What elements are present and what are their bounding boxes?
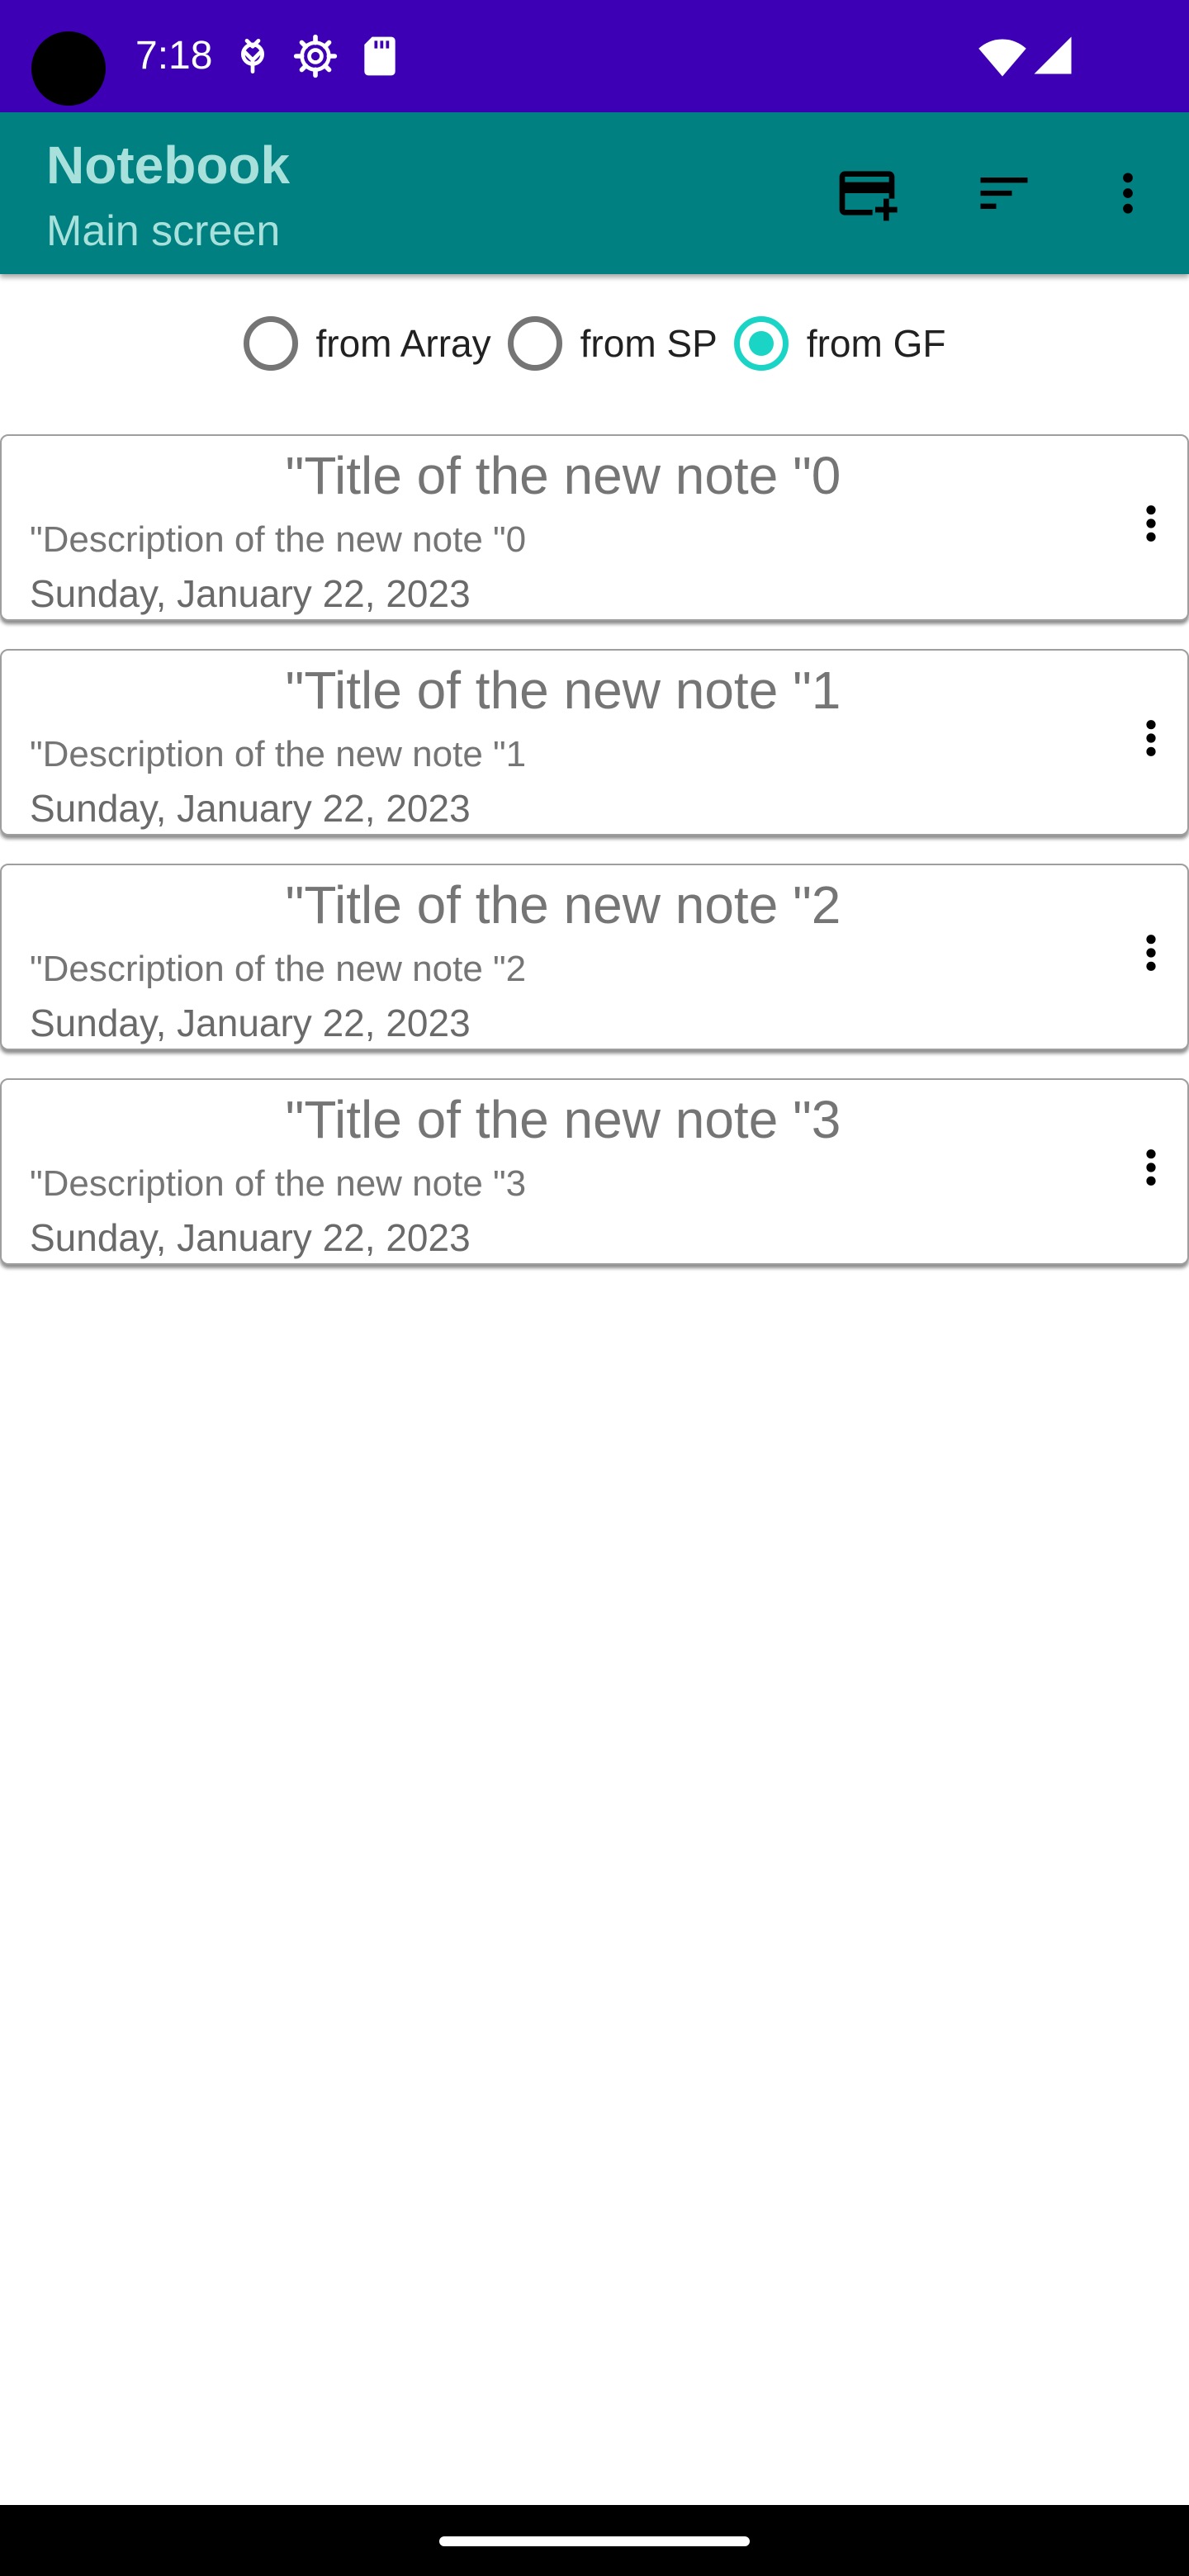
- note-title: "Title of the new note "3: [285, 1090, 841, 1149]
- radio-from-array[interactable]: from Array: [243, 316, 491, 371]
- source-radio-group: from Array from SP from GF: [0, 305, 1189, 381]
- note-title: "Title of the new note "1: [285, 661, 841, 720]
- wifi-icon: [978, 33, 1027, 83]
- add-note-button[interactable]: [826, 152, 908, 234]
- note-menu-button[interactable]: [1121, 484, 1181, 566]
- sd-card-icon: [357, 33, 403, 79]
- camera-cutout: [31, 31, 106, 106]
- note-date: Sunday, January 22, 2023: [30, 572, 471, 615]
- note-card[interactable]: "Title of the new note "2 "Description o…: [0, 864, 1189, 1050]
- android-debug-icon: [230, 33, 276, 79]
- notes-list: "Title of the new note "0 "Description o…: [0, 434, 1189, 1293]
- navigation-bar: [0, 2505, 1189, 2576]
- note-description: "Description of the new note "0: [30, 519, 527, 560]
- note-date: Sunday, January 22, 2023: [30, 1216, 471, 1259]
- note-menu-button[interactable]: [1121, 698, 1181, 781]
- note-card[interactable]: "Title of the new note "3 "Description o…: [0, 1078, 1189, 1265]
- note-date: Sunday, January 22, 2023: [30, 1002, 471, 1044]
- note-description: "Description of the new note "1: [30, 734, 527, 774]
- note-card[interactable]: "Title of the new note "0 "Description o…: [0, 434, 1189, 621]
- radio-from-gf[interactable]: from GF: [733, 316, 946, 371]
- radio-from-sp[interactable]: from SP: [507, 316, 718, 371]
- more-vert-icon: [1128, 1136, 1174, 1203]
- note-description: "Description of the new note "3: [30, 1163, 527, 1204]
- radio-label: from Array: [315, 322, 491, 365]
- more-vert-icon: [1128, 707, 1174, 774]
- add-note-icon: [834, 160, 900, 226]
- sort-icon: [973, 162, 1035, 225]
- more-vert-icon: [1101, 162, 1154, 225]
- note-title: "Title of the new note "0: [285, 446, 841, 505]
- more-vert-icon: [1128, 921, 1174, 988]
- more-options-button[interactable]: [1087, 152, 1169, 234]
- note-description: "Description of the new note "2: [30, 949, 527, 989]
- radio-button-unchecked[interactable]: [507, 316, 562, 371]
- app-title: Notebook: [46, 135, 291, 195]
- radio-label: from GF: [806, 322, 946, 365]
- radio-button-checked[interactable]: [733, 316, 789, 371]
- status-time: 7:18: [135, 34, 213, 78]
- radio-label: from SP: [580, 322, 718, 365]
- app-subtitle: Main screen: [46, 207, 281, 255]
- radio-button-unchecked[interactable]: [243, 316, 298, 371]
- note-card[interactable]: "Title of the new note "1 "Description o…: [0, 649, 1189, 836]
- notebook-main-screen: 7:18 Notebook Main screen from Array fro…: [0, 0, 1189, 2576]
- note-menu-button[interactable]: [1121, 1128, 1181, 1210]
- note-title: "Title of the new note "2: [285, 875, 841, 935]
- settings-gear-icon: [292, 33, 339, 79]
- status-bar: 7:18: [0, 0, 1189, 112]
- home-gesture-handle[interactable]: [439, 2536, 750, 2546]
- more-vert-icon: [1128, 492, 1174, 559]
- app-bar: Notebook Main screen: [0, 112, 1189, 274]
- note-menu-button[interactable]: [1121, 913, 1181, 996]
- sort-button[interactable]: [963, 152, 1045, 234]
- note-date: Sunday, January 22, 2023: [30, 787, 471, 830]
- signal-icon: [1030, 33, 1075, 78]
